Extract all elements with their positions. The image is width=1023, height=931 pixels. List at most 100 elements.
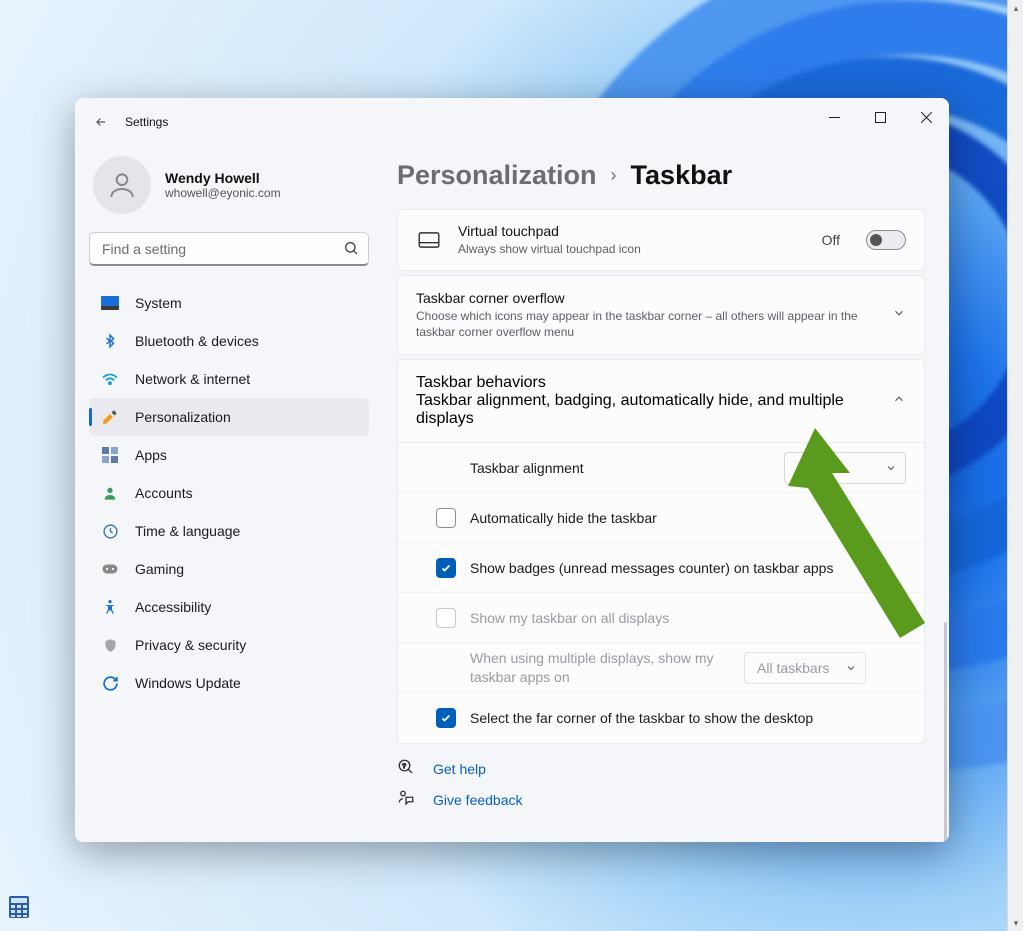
content-scrollbar[interactable] — [944, 622, 947, 842]
sidebar: Wendy Howell whowell@eyonic.com System — [75, 146, 383, 842]
page-vertical-scrollbar[interactable]: ▴ ▾ — [1007, 0, 1023, 931]
sidebar-item-label: Privacy & security — [135, 637, 246, 653]
auto-hide-checkbox[interactable] — [436, 508, 456, 528]
paintbrush-icon — [101, 408, 119, 426]
avatar — [93, 156, 151, 214]
virtual-touchpad-toggle[interactable] — [866, 230, 906, 250]
chevron-up-icon — [892, 392, 906, 411]
sidebar-item-label: Bluetooth & devices — [135, 333, 259, 349]
shield-icon — [101, 636, 119, 654]
sidebar-item-label: Windows Update — [135, 675, 241, 691]
sidebar-item-label: Network & internet — [135, 371, 250, 387]
sidebar-item-label: Gaming — [135, 561, 184, 577]
sidebar-item-accessibility[interactable]: Accessibility — [89, 588, 369, 626]
breadcrumb-current: Taskbar — [631, 160, 733, 191]
feedback-icon — [397, 789, 417, 810]
main-content: Personalization › Taskbar Virtual touchp… — [383, 146, 949, 842]
maximize-button[interactable] — [857, 98, 903, 136]
sidebar-item-windows-update[interactable]: Windows Update — [89, 664, 369, 702]
far-corner-row[interactable]: Select the far corner of the taskbar to … — [398, 693, 924, 743]
all-displays-checkbox — [436, 608, 456, 628]
user-email: whowell@eyonic.com — [165, 186, 281, 200]
setting-title: Taskbar corner overflow — [416, 290, 876, 306]
footer-links: ? Get help Give feedback — [397, 758, 925, 810]
alignment-select[interactable]: Left — [784, 452, 906, 484]
sidebar-item-system[interactable]: System — [89, 284, 369, 322]
sidebar-item-label: Time & language — [135, 523, 240, 539]
sidebar-item-bluetooth[interactable]: Bluetooth & devices — [89, 322, 369, 360]
monitor-icon — [101, 294, 119, 312]
back-button[interactable] — [85, 106, 117, 138]
globe-clock-icon — [101, 522, 119, 540]
window-title: Settings — [125, 115, 168, 129]
accessibility-icon — [101, 598, 119, 616]
select-value: Left — [797, 460, 820, 476]
all-displays-row: Show my taskbar on all displays — [398, 593, 924, 643]
sidebar-item-label: Accounts — [135, 485, 193, 501]
scroll-down-icon[interactable]: ▾ — [1008, 915, 1023, 931]
setting-label: When using multiple displays, show my ta… — [470, 649, 730, 687]
select-value: All taskbars — [757, 660, 829, 676]
chevron-down-icon — [845, 661, 857, 677]
sidebar-item-privacy[interactable]: Privacy & security — [89, 626, 369, 664]
sidebar-item-label: Personalization — [135, 409, 231, 425]
far-corner-checkbox[interactable] — [436, 708, 456, 728]
behaviors-card: Taskbar behaviors Taskbar alignment, bad… — [397, 359, 925, 744]
setting-label: Show my taskbar on all displays — [470, 610, 906, 626]
multi-displays-row: When using multiple displays, show my ta… — [398, 643, 924, 693]
alignment-row: Taskbar alignment Left — [398, 443, 924, 493]
chevron-right-icon: › — [611, 165, 617, 186]
search-input[interactable] — [89, 232, 369, 266]
close-button[interactable] — [903, 98, 949, 136]
bluetooth-icon — [101, 332, 119, 350]
sidebar-item-network[interactable]: Network & internet — [89, 360, 369, 398]
sidebar-item-time-language[interactable]: Time & language — [89, 512, 369, 550]
get-help-link[interactable]: Get help — [433, 761, 486, 777]
help-icon: ? — [397, 758, 417, 779]
scroll-up-icon[interactable]: ▴ — [1008, 0, 1023, 16]
touchpad-icon — [416, 232, 442, 248]
sidebar-item-label: Apps — [135, 447, 167, 463]
badges-row[interactable]: Show badges (unread messages counter) on… — [398, 543, 924, 593]
sidebar-item-apps[interactable]: Apps — [89, 436, 369, 474]
sidebar-item-label: System — [135, 295, 182, 311]
wifi-icon — [101, 370, 119, 388]
overflow-card[interactable]: Taskbar corner overflow Choose which ico… — [397, 275, 925, 355]
chevron-down-icon — [885, 461, 897, 477]
apps-icon — [101, 446, 119, 464]
sidebar-item-accounts[interactable]: Accounts — [89, 474, 369, 512]
user-name: Wendy Howell — [165, 170, 281, 186]
titlebar: Settings — [75, 98, 949, 146]
auto-hide-row[interactable]: Automatically hide the taskbar — [398, 493, 924, 543]
taskbar-calculator-icon[interactable] — [8, 895, 30, 919]
settings-window: Settings Wendy Howell whowell@eyonic.com — [75, 98, 949, 842]
sidebar-item-personalization[interactable]: Personalization — [89, 398, 369, 436]
svg-text:?: ? — [402, 763, 406, 770]
give-feedback-link[interactable]: Give feedback — [433, 792, 523, 808]
desktop-background: ▴ ▾ Settings Wendy Howell — [0, 0, 1023, 931]
sidebar-item-label: Accessibility — [135, 599, 211, 615]
breadcrumb-parent[interactable]: Personalization — [397, 160, 597, 191]
chevron-down-icon — [892, 306, 906, 325]
setting-label: Automatically hide the taskbar — [470, 510, 906, 526]
setting-label: Show badges (unread messages counter) on… — [470, 560, 906, 576]
virtual-touchpad-card: Virtual touchpad Always show virtual tou… — [397, 209, 925, 271]
multi-displays-select: All taskbars — [744, 652, 866, 684]
search-icon — [343, 240, 359, 261]
toggle-state-label: Off — [822, 232, 840, 248]
gamepad-icon — [101, 560, 119, 578]
setting-subtitle: Choose which icons may appear in the tas… — [416, 308, 876, 340]
badges-checkbox[interactable] — [436, 558, 456, 578]
sidebar-item-gaming[interactable]: Gaming — [89, 550, 369, 588]
user-profile[interactable]: Wendy Howell whowell@eyonic.com — [89, 146, 369, 232]
person-icon — [101, 484, 119, 502]
setting-title: Virtual touchpad — [458, 223, 806, 239]
setting-label: Select the far corner of the taskbar to … — [470, 710, 906, 726]
setting-subtitle: Taskbar alignment, badging, automaticall… — [416, 392, 876, 428]
nav-list: System Bluetooth & devices Network & int… — [89, 280, 369, 702]
update-icon — [101, 674, 119, 692]
setting-title: Taskbar behaviors — [416, 374, 876, 392]
setting-subtitle: Always show virtual touchpad icon — [458, 241, 806, 257]
behaviors-header[interactable]: Taskbar behaviors Taskbar alignment, bad… — [398, 360, 924, 442]
minimize-button[interactable] — [811, 98, 857, 136]
